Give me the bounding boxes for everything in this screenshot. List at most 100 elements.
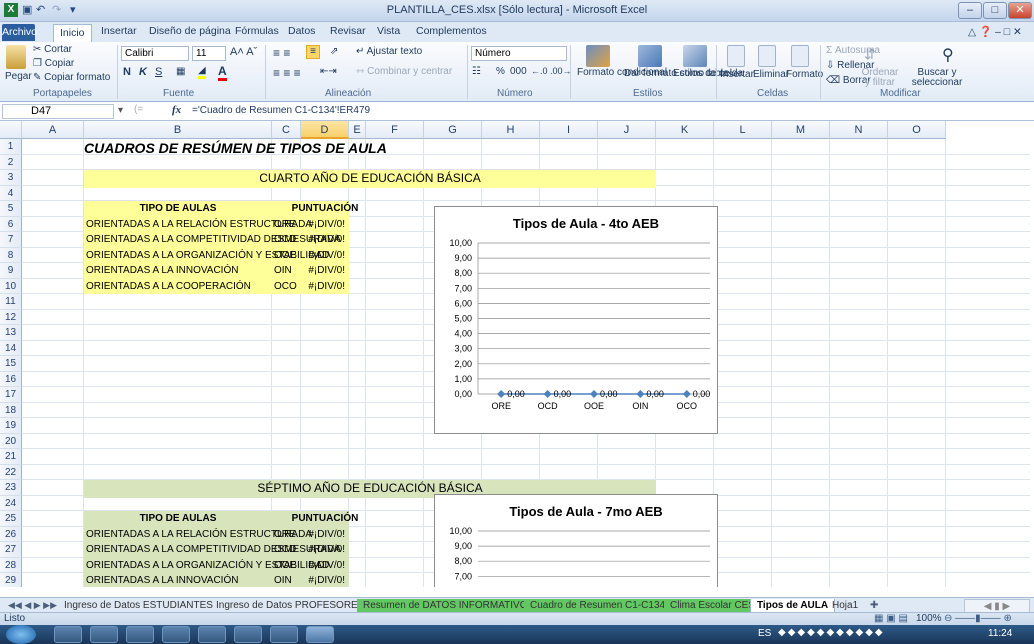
row-header[interactable]: 13 — [0, 325, 22, 341]
column-header-e[interactable]: E — [349, 121, 366, 139]
word-icon[interactable] — [270, 626, 298, 643]
chart-7mo-aeb[interactable]: Tipos de Aula - 7mo AEB 6,00 7,00 8,00 9,00 1… — [434, 494, 718, 587]
row-header[interactable]: 27 — [0, 542, 22, 558]
table-cell-code[interactable]: ORE — [274, 528, 296, 542]
chart-4to-aeb[interactable]: Tipos de Aula - 4to AEB 0,00 1,00 2,00 3,00 4… — [434, 206, 718, 434]
column-header-a[interactable]: A — [22, 121, 84, 139]
photos-icon[interactable] — [162, 626, 190, 643]
ie-icon[interactable] — [54, 626, 82, 643]
row-header[interactable]: 23 — [0, 480, 22, 496]
table-cell-type[interactable]: ORIENTADAS A LA COOPERACIÓN — [86, 280, 251, 294]
row-header[interactable]: 26 — [0, 526, 22, 542]
restore-button[interactable]: □ — [983, 2, 1007, 19]
formula-input[interactable]: ='Cuadro de Resumen C1-C134'!ER479 — [192, 105, 370, 116]
table-cell-type[interactable]: ORIENTADAS A LA INNOVACIÓN — [86, 264, 238, 278]
table-cell-score[interactable]: #¡DIV/0! — [301, 574, 349, 587]
language-indicator[interactable]: ES — [758, 628, 771, 639]
tab-complementos[interactable]: Complementos — [416, 25, 487, 37]
column-header-f[interactable]: F — [366, 121, 424, 139]
row-header[interactable]: 4 — [0, 185, 22, 201]
paste-icon[interactable] — [6, 45, 26, 69]
sheet-tab-tipos-aula[interactable]: Tipos de AULA — [750, 599, 836, 613]
wrap-text-button[interactable]: ↵ Ajustar texto — [356, 46, 422, 57]
row-header[interactable]: 12 — [0, 309, 22, 325]
row-header[interactable]: 21 — [0, 449, 22, 465]
table-cell-code[interactable]: OOE — [274, 559, 296, 573]
bold-button[interactable]: N — [123, 66, 131, 78]
format-cells-button[interactable]: Formato — [786, 69, 823, 80]
column-header-n[interactable]: N — [830, 121, 888, 139]
table-cell-code[interactable]: OOE — [274, 249, 296, 263]
table-cell-score[interactable]: #¡DIV/0! — [301, 543, 349, 557]
find-select-button[interactable]: Buscar y seleccionar — [905, 68, 969, 88]
copy-button[interactable]: ❐ Copiar — [33, 58, 74, 69]
minimize-button[interactable]: – — [958, 2, 982, 19]
view-mode-icons[interactable]: ▦ ▣ ▤ — [874, 613, 908, 624]
row-header[interactable]: 25 — [0, 511, 22, 527]
explorer-icon[interactable] — [90, 626, 118, 643]
column-header-i[interactable]: I — [540, 121, 598, 139]
row-header[interactable]: 10 — [0, 278, 22, 294]
row-header[interactable]: 2 — [0, 154, 22, 170]
row-header[interactable]: 7 — [0, 232, 22, 248]
sheet-tab-ingreso-profesores[interactable]: Ingreso de Datos PROFESORES — [210, 599, 370, 613]
table-cell-type[interactable]: ORIENTADAS A LA INNOVACIÓN — [86, 574, 238, 587]
table-cell-code[interactable]: OIN — [274, 264, 292, 278]
underline-button[interactable]: S — [155, 66, 162, 78]
worksheet-grid[interactable]: A B C D E F G H I J K L M N O 1 2 3 4 5 6 7 8 9 10 11 12 13 14 15 16 17… — [0, 121, 1030, 587]
table-cell-score[interactable]: #¡DIV/0! — [301, 233, 349, 247]
italic-button[interactable]: K — [139, 66, 147, 78]
number-format-select[interactable]: Número — [471, 46, 567, 61]
row-header[interactable]: 24 — [0, 495, 22, 511]
column-header-g[interactable]: G — [424, 121, 482, 139]
row-header[interactable]: 6 — [0, 216, 22, 232]
column-header-c[interactable]: C — [272, 121, 301, 139]
row-header[interactable]: 9 — [0, 263, 22, 279]
column-header-o[interactable]: O — [888, 121, 946, 139]
table-header-type[interactable]: TIPO DE AULAS — [84, 202, 272, 216]
column-header-h[interactable]: H — [482, 121, 540, 139]
row-header[interactable]: 20 — [0, 433, 22, 449]
currency-icon[interactable]: ☷ — [472, 66, 481, 77]
help-icon[interactable]: △ ❓ – □ ✕ — [968, 25, 1022, 38]
table-header-type[interactable]: TIPO DE AULAS — [84, 512, 272, 526]
column-header-l[interactable]: L — [714, 121, 772, 139]
tab-revisar[interactable]: Revisar — [330, 25, 366, 37]
align-middle-icon[interactable]: ≡ — [306, 45, 320, 59]
column-header-d[interactable]: D — [301, 121, 349, 139]
align-top-icon[interactable]: ≡ ≡ — [273, 46, 290, 60]
row-header[interactable]: 16 — [0, 371, 22, 387]
row-header[interactable]: 3 — [0, 170, 22, 186]
row-header[interactable]: 28 — [0, 557, 22, 573]
table-cell-code[interactable]: OCD — [274, 233, 296, 247]
column-header-k[interactable]: K — [656, 121, 714, 139]
tab-datos[interactable]: Datos — [288, 25, 315, 37]
row-header[interactable]: 15 — [0, 356, 22, 372]
decimal-icon[interactable]: ←.0 .00→ — [531, 66, 572, 76]
paste-button[interactable]: Pegar — [5, 71, 32, 82]
start-button[interactable] — [6, 625, 36, 644]
borders-icon[interactable]: ▦ — [176, 66, 185, 77]
column-header-j[interactable]: J — [598, 121, 656, 139]
sheet-nav-icon[interactable]: ◀◀ ◀ ▶ ▶▶ — [2, 599, 63, 613]
namebox-dropdown-icon[interactable]: ▾ — [118, 105, 123, 116]
merge-center-button[interactable]: ⇿ Combinar y centrar — [356, 66, 452, 77]
table-cell-code[interactable]: OCO — [274, 280, 297, 294]
table-cell-code[interactable]: OIN — [274, 574, 292, 587]
percent-button[interactable]: % — [496, 66, 505, 77]
horizontal-scrollbar[interactable]: ◀ ▮ ▶ — [964, 599, 1030, 613]
section-title[interactable]: CUARTO AÑO DE EDUCACIÓN BÁSICA — [84, 170, 656, 188]
format-painter-button[interactable]: ✎ Copiar formato — [33, 72, 110, 83]
sheet-tab-clima-escolar[interactable]: Clima Escolar CES — [664, 599, 762, 613]
table-header-score[interactable]: PUNTUACIÓN — [287, 512, 363, 526]
table-cell-code[interactable]: ORE — [274, 218, 296, 232]
sheet-tab-cuadro-resumen[interactable]: Cuadro de Resumen C1-C134 — [524, 599, 672, 613]
tab-insertar[interactable]: Insertar — [101, 25, 137, 37]
pdf-reader-icon[interactable] — [234, 626, 262, 643]
tray-icons[interactable]: ◆◆◆◆◆◆◆◆◆◆◆ — [778, 627, 885, 638]
sheet-tab-ingreso-estudiantes[interactable]: Ingreso de Datos ESTUDIANTES — [58, 599, 219, 613]
row-header[interactable]: 11 — [0, 294, 22, 310]
sort-filter-button[interactable]: Ordenar y filtrar — [860, 68, 900, 88]
sheet-tab-resumen-datos[interactable]: Resumen de DATOS INFORMATIVOS — [357, 599, 541, 613]
row-header[interactable]: 14 — [0, 340, 22, 356]
